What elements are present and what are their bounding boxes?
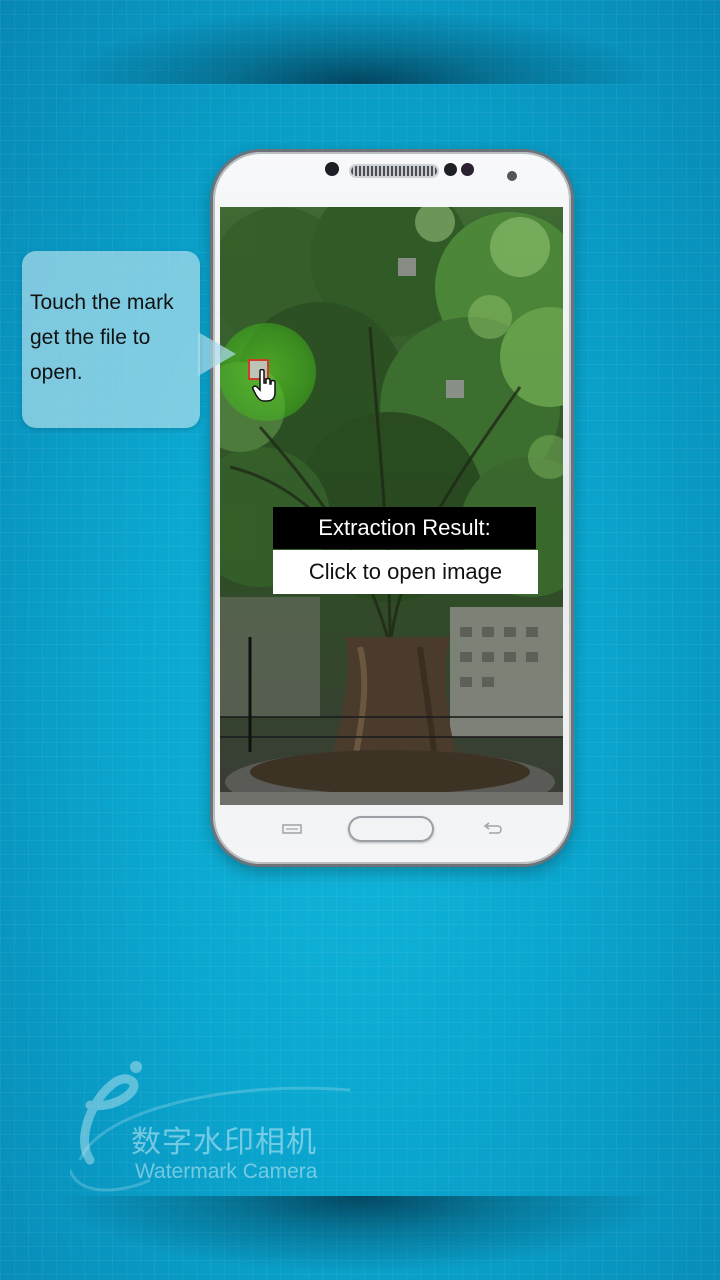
- top-shadow: [35, 0, 685, 84]
- front-camera-icon: [325, 162, 339, 176]
- hand-pointer-icon: [252, 369, 276, 402]
- earpiece-speaker: [351, 166, 437, 176]
- proximity-sensor-icon: [507, 171, 517, 181]
- instruction-callout: Touch the mark get the file to open.: [22, 251, 200, 428]
- callout-text: Touch the mark get the file to open.: [30, 285, 202, 390]
- home-button[interactable]: [348, 816, 434, 842]
- phone-screen: Extraction Result: Click to open image: [220, 207, 563, 805]
- phone-frame: Extraction Result: Click to open image: [213, 152, 571, 864]
- menu-key-icon[interactable]: [280, 822, 304, 836]
- back-key-icon[interactable]: [481, 822, 505, 836]
- logo-english-name: Watermark Camera: [135, 1160, 318, 1183]
- watermark-mark[interactable]: [446, 380, 464, 398]
- tree-photo: [220, 207, 563, 805]
- callout-line: Touch the mark: [30, 291, 174, 314]
- sensor-icon: [444, 163, 457, 176]
- extraction-result-header: Extraction Result:: [273, 507, 536, 549]
- callout-line: open.: [30, 361, 83, 384]
- open-image-button[interactable]: Click to open image: [273, 550, 538, 594]
- watermark-mark[interactable]: [398, 258, 416, 276]
- callout-line: get the file to: [30, 326, 151, 349]
- bottom-shadow: [30, 1196, 690, 1280]
- logo-chinese-name: 数字水印相机: [131, 1125, 317, 1160]
- sensor-icon: [461, 163, 474, 176]
- callout-tail: [198, 332, 236, 376]
